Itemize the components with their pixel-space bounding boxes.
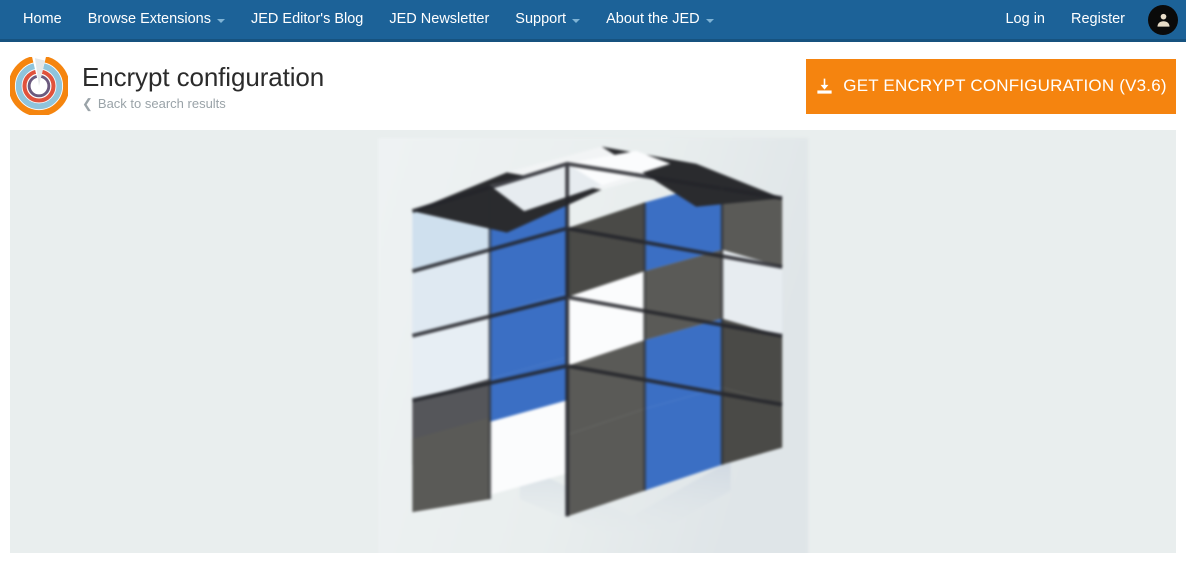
download-icon: [817, 78, 832, 94]
nav-item-label: Register: [1071, 11, 1125, 28]
nav-item-label: JED Newsletter: [389, 11, 490, 28]
page-title: Encrypt configuration: [82, 61, 325, 92]
nav-item-label: Home: [23, 11, 62, 28]
user-avatar-button[interactable]: [1148, 4, 1178, 35]
nav-item-about-the-jed[interactable]: About the JED: [593, 0, 727, 39]
nav-item-jed-newsletter[interactable]: JED Newsletter: [376, 0, 502, 39]
chevron-down-icon: [217, 18, 225, 23]
brand-and-title: Encrypt configuration ❮ Back to search r…: [10, 57, 324, 115]
nav-item-label: Browse Extensions: [87, 11, 211, 28]
nav-item-jed-editors-blog[interactable]: JED Editor's Blog: [238, 0, 376, 39]
nav-item-support[interactable]: Support: [502, 0, 593, 39]
nav-item-label: JED Editor's Blog: [251, 11, 364, 28]
page-header: Encrypt configuration ❮ Back to search r…: [0, 42, 1186, 130]
jed-logo-icon: [10, 57, 68, 115]
chevron-left-icon: ❮: [82, 96, 93, 112]
nav-item-label: Log in: [1005, 11, 1045, 28]
nav-item-label: About the JED: [606, 11, 700, 28]
nav-item-label: Support: [515, 11, 567, 28]
rubiks-cube-image: [378, 138, 808, 553]
navbar-left-group: Home Browse Extensions JED Editor's Blog…: [0, 0, 727, 39]
screenshot-stage: [10, 130, 1176, 553]
chevron-down-icon: [705, 18, 714, 23]
title-block: Encrypt configuration ❮ Back to search r…: [82, 61, 324, 111]
back-link-label: Back to search results: [97, 96, 226, 112]
navbar-right-group: Log in Register: [992, 0, 1186, 39]
top-navbar: Home Browse Extensions JED Editor's Blog…: [0, 0, 1186, 42]
nav-item-register[interactable]: Register: [1058, 0, 1138, 39]
back-to-search-results-link[interactable]: ❮ Back to search results: [82, 96, 324, 111]
get-extension-download-button[interactable]: GET ENCRYPT CONFIGURATION (V3.6): [806, 58, 1176, 114]
chevron-down-icon: [572, 18, 581, 23]
nav-item-home[interactable]: Home: [10, 0, 75, 39]
get-extension-button-label: GET ENCRYPT CONFIGURATION (V3.6): [843, 76, 1167, 95]
nav-item-browse-extensions[interactable]: Browse Extensions: [75, 0, 238, 39]
user-avatar-icon: [1156, 13, 1170, 27]
nav-item-log-in[interactable]: Log in: [992, 0, 1058, 39]
extension-screenshot: [378, 138, 808, 553]
extension-screenshot-panel: [10, 130, 1176, 553]
